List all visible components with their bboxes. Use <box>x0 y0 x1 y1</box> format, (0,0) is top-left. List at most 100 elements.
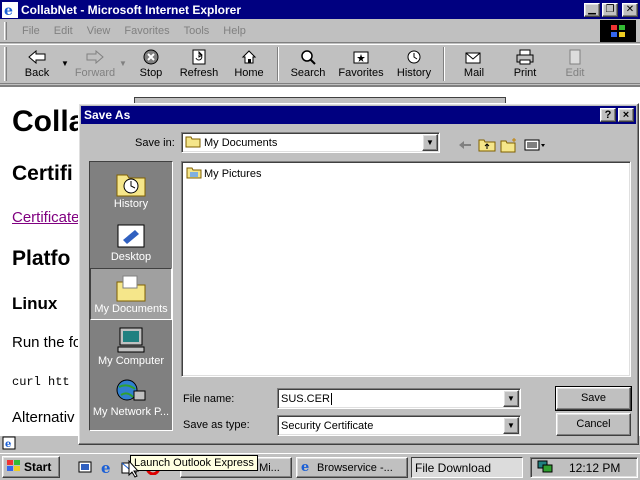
file-name-label: File name: <box>183 393 235 405</box>
place-desktop[interactable]: Desktop <box>90 217 172 269</box>
search-icon <box>298 48 318 66</box>
forward-arrow-icon <box>85 48 105 66</box>
place-my-computer[interactable]: My Computer <box>90 321 172 373</box>
menu-favorites[interactable]: Favorites <box>117 25 176 37</box>
save-as-dialog: Save As ? × Save in: My Documents ▼ Hist… <box>78 103 639 445</box>
place-my-documents[interactable]: My Documents <box>90 268 172 320</box>
save-as-type-label: Save as type: <box>183 419 250 431</box>
desktop-icon <box>114 221 148 251</box>
file-name-value: SUS.CER <box>281 392 330 405</box>
window-title: CollabNet - Microsoft Internet Explorer <box>21 2 242 17</box>
my-computer-icon <box>114 325 148 355</box>
menubar-grip[interactable] <box>4 21 7 40</box>
list-item[interactable]: My Pictures <box>186 166 261 182</box>
chevron-down-icon[interactable]: ▼ <box>503 390 519 407</box>
start-button[interactable]: Start <box>2 456 60 478</box>
tray-network-icon[interactable] <box>537 459 553 476</box>
place-label-history: History <box>113 198 149 210</box>
restore-button[interactable]: ❐ <box>602 2 618 17</box>
new-folder-icon[interactable] <box>499 136 519 154</box>
mail-button[interactable]: Mail <box>449 45 499 83</box>
history-icon <box>114 168 148 198</box>
place-my-network[interactable]: My Network P... <box>90 372 172 424</box>
stop-icon <box>141 48 161 66</box>
back-nav-icon[interactable] <box>455 136 475 154</box>
menu-help[interactable]: Help <box>216 25 253 37</box>
menu-edit[interactable]: Edit <box>47 25 80 37</box>
menu-tools[interactable]: Tools <box>177 25 217 37</box>
help-button[interactable]: ? <box>600 108 616 122</box>
up-folder-icon[interactable] <box>477 136 497 154</box>
back-dropdown-icon[interactable]: ▼ <box>61 45 71 68</box>
toolbar: Back ▼ Forward ▼ Stop Refresh Home Searc… <box>0 44 640 84</box>
home-icon <box>239 48 259 66</box>
ie-logo-icon: e <box>2 1 18 19</box>
edit-button[interactable]: Edit <box>551 45 599 83</box>
toolbar-separator <box>277 47 279 81</box>
task-file-download[interactable]: File Download <box>411 457 523 478</box>
outlook-tooltip: Launch Outlook Express <box>130 455 258 471</box>
chevron-down-icon[interactable]: ▼ <box>503 417 519 434</box>
ie-title-bar[interactable]: e CollabNet - Microsoft Internet Explore… <box>0 0 640 19</box>
folder-open-icon <box>185 135 201 151</box>
search-button[interactable]: Search <box>283 45 333 83</box>
file-list[interactable]: My Pictures <box>181 161 631 377</box>
show-desktop-icon[interactable] <box>76 458 94 476</box>
save-as-type-value: Security Certificate <box>281 419 374 432</box>
place-history[interactable]: History <box>90 164 172 216</box>
menu-view[interactable]: View <box>80 25 118 37</box>
history-icon <box>404 48 424 66</box>
forward-dropdown-icon[interactable]: ▼ <box>119 45 129 68</box>
my-network-places-icon <box>114 376 148 406</box>
chevron-down-icon[interactable]: ▼ <box>422 134 438 151</box>
history-button[interactable]: History <box>389 45 439 83</box>
dialog-close-button[interactable]: × <box>618 108 634 122</box>
save-in-dropdown[interactable]: My Documents ▼ <box>181 132 440 153</box>
windows-logo-icon <box>600 20 636 42</box>
stop-button[interactable]: Stop <box>129 45 173 83</box>
forward-button[interactable]: Forward <box>71 45 119 83</box>
svg-text:e: e <box>4 3 13 18</box>
instruction-text: Run the fo <box>12 334 82 351</box>
toolbar-grip[interactable] <box>4 47 7 81</box>
ie-task-icon: e <box>300 459 314 476</box>
home-button[interactable]: Home <box>225 45 273 83</box>
minimize-button[interactable]: ▁ <box>584 2 600 17</box>
save-button[interactable]: Save <box>555 386 632 411</box>
internet-explorer-icon[interactable]: e <box>98 458 116 476</box>
clock[interactable]: 12:12 PM <box>569 461 620 475</box>
favorites-icon <box>351 48 371 66</box>
search-label: Search <box>290 67 326 79</box>
mail-label: Mail <box>463 67 485 79</box>
home-label: Home <box>234 67 264 79</box>
dialog-title-bar[interactable]: Save As ? × <box>81 106 636 124</box>
cancel-button[interactable]: Cancel <box>556 413 631 436</box>
refresh-button[interactable]: Refresh <box>173 45 225 83</box>
refresh-label: Refresh <box>179 67 219 79</box>
view-menu-icon[interactable] <box>523 136 549 154</box>
task-browservice[interactable]: e Browservice -... <box>296 457 408 478</box>
save-as-type-dropdown[interactable]: Security Certificate ▼ <box>277 415 521 436</box>
code-snippet: curl htt <box>12 375 70 389</box>
certificate-heading: Certifi <box>12 162 73 185</box>
toolbar-separator <box>443 47 445 81</box>
page-status-icon: e <box>2 436 16 453</box>
history-label: History <box>396 67 432 79</box>
folder-icon <box>186 166 202 182</box>
close-button[interactable]: ✕ <box>622 2 638 17</box>
save-in-label: Save in: <box>135 137 175 149</box>
place-label-my-computer: My Computer <box>97 355 165 367</box>
start-label: Start <box>24 460 52 474</box>
edit-page-icon <box>565 48 585 66</box>
file-item-label: My Pictures <box>204 168 262 180</box>
svg-text:e: e <box>301 460 309 473</box>
forward-label: Forward <box>74 67 116 79</box>
certificate-link[interactable]: Certificate <box>12 209 80 226</box>
menu-file[interactable]: File <box>15 25 47 37</box>
platform-heading: Platfo <box>12 247 71 270</box>
back-button[interactable]: Back <box>13 45 61 83</box>
print-button[interactable]: Print <box>499 45 551 83</box>
favorites-button[interactable]: Favorites <box>333 45 389 83</box>
file-name-input[interactable]: SUS.CER ▼ <box>277 388 521 409</box>
printer-icon <box>515 48 535 66</box>
